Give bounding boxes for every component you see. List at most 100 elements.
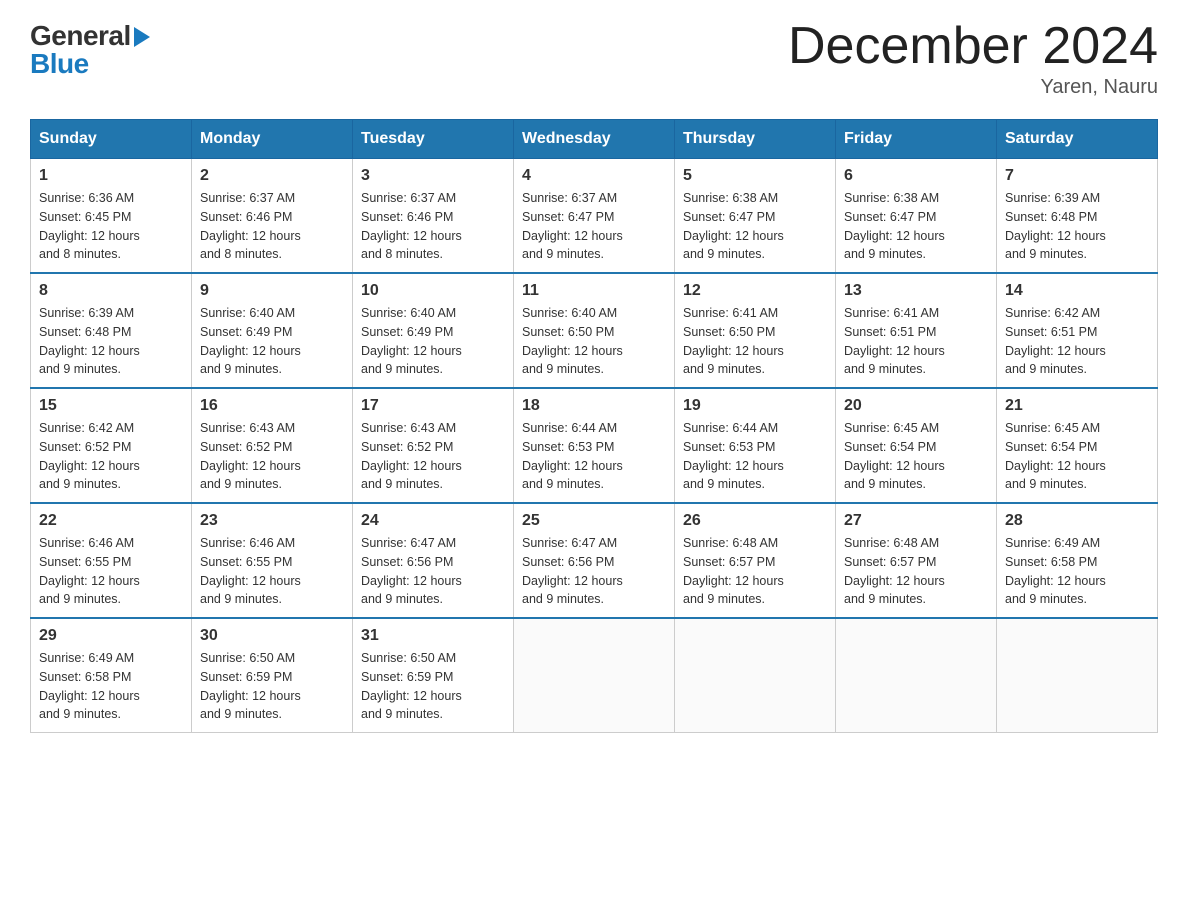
- calendar-cell: 22Sunrise: 6:46 AMSunset: 6:55 PMDayligh…: [31, 503, 192, 618]
- day-info: Sunrise: 6:41 AMSunset: 6:50 PMDaylight:…: [683, 304, 827, 379]
- day-number: 18: [522, 397, 666, 415]
- calendar-cell: 18 Sunrise: 6:44 AMSunset: 6:53 PMDayligh…: [514, 388, 675, 503]
- day-info: Sunrise: 6:43 AMSunset: 6:52 PMDaylight:…: [361, 419, 505, 494]
- day-info: Sunrise: 6:37 AMSunset: 6:46 PMDaylight:…: [200, 189, 344, 264]
- calendar-cell: 4Sunrise: 6:37 AMSunset: 6:47 PMDaylight…: [514, 159, 675, 274]
- day-number: 14: [1005, 282, 1149, 300]
- col-friday: Friday: [836, 120, 997, 159]
- calendar-cell: 6 Sunrise: 6:38 AMSunset: 6:47 PMDaylight…: [836, 159, 997, 274]
- calendar-cell: 21 Sunrise: 6:45 AMSunset: 6:54 PMDayligh…: [997, 388, 1158, 503]
- calendar-cell: [514, 618, 675, 733]
- day-info: Sunrise: 6:38 AMSunset: 6:47 PMDaylight:…: [683, 189, 827, 264]
- calendar-cell: 28 Sunrise: 6:49 AMSunset: 6:58 PMDayligh…: [997, 503, 1158, 618]
- calendar-cell: 20Sunrise: 6:45 AMSunset: 6:54 PMDayligh…: [836, 388, 997, 503]
- calendar-cell: 9Sunrise: 6:40 AMSunset: 6:49 PMDaylight…: [192, 273, 353, 388]
- calendar-cell: 26 Sunrise: 6:48 AMSunset: 6:57 PMDayligh…: [675, 503, 836, 618]
- day-info: Sunrise: 6:44 AMSunset: 6:53 PMDaylight:…: [683, 419, 827, 494]
- day-info: Sunrise: 6:38 AMSunset: 6:47 PMDaylight:…: [844, 189, 988, 264]
- calendar-cell: 5 Sunrise: 6:38 AMSunset: 6:47 PMDaylight…: [675, 159, 836, 274]
- day-number: 12: [683, 282, 827, 300]
- day-number: 1: [39, 167, 183, 185]
- day-info: Sunrise: 6:39 AMSunset: 6:48 PMDaylight:…: [1005, 189, 1149, 264]
- calendar-week-row: 22 Sunrise: 6:46 AMSunset: 6:55 PMDayligh…: [31, 503, 1158, 618]
- calendar-cell: 24Sunrise: 6:47 AMSunset: 6:56 PMDayligh…: [353, 503, 514, 618]
- calendar-cell: 31 Sunrise: 6:50 AMSunset: 6:59 PMDayligh…: [353, 618, 514, 733]
- calendar-cell: 27Sunrise: 6:48 AMSunset: 6:57 PMDayligh…: [836, 503, 997, 618]
- day-number: 22: [39, 512, 183, 530]
- day-number: 2: [200, 167, 344, 185]
- day-info: Sunrise: 6:40 AMSunset: 6:49 PMDaylight:…: [200, 304, 344, 379]
- day-number: 30: [200, 627, 344, 645]
- calendar-cell: 7 Sunrise: 6:39 AMSunset: 6:48 PMDaylight…: [997, 159, 1158, 274]
- day-info: Sunrise: 6:37 AMSunset: 6:47 PMDaylight:…: [522, 189, 666, 264]
- calendar-cell: 14 Sunrise: 6:42 AMSunset: 6:51 PMDayligh…: [997, 273, 1158, 388]
- calendar-cell: 19Sunrise: 6:44 AMSunset: 6:53 PMDayligh…: [675, 388, 836, 503]
- day-number: 24: [361, 512, 505, 530]
- day-info: Sunrise: 6:50 AMSunset: 6:59 PMDaylight:…: [200, 649, 344, 724]
- day-number: 31: [361, 627, 505, 645]
- calendar-cell: 3 Sunrise: 6:37 AMSunset: 6:46 PMDaylight…: [353, 159, 514, 274]
- day-info: Sunrise: 6:50 AMSunset: 6:59 PMDaylight:…: [361, 649, 505, 724]
- day-number: 21: [1005, 397, 1149, 415]
- logo-arrow-icon: [134, 27, 150, 47]
- day-info: Sunrise: 6:46 AMSunset: 6:55 PMDaylight:…: [200, 534, 344, 609]
- page-header: General Blue December 2024 Yaren, Nauru: [30, 20, 1158, 99]
- calendar-week-row: 15 Sunrise: 6:42 AMSunset: 6:52 PMDayligh…: [31, 388, 1158, 503]
- calendar-week-row: 8 Sunrise: 6:39 AMSunset: 6:48 PMDaylight…: [31, 273, 1158, 388]
- col-sunday: Sunday: [31, 120, 192, 159]
- calendar-cell: 25Sunrise: 6:47 AMSunset: 6:56 PMDayligh…: [514, 503, 675, 618]
- day-info: Sunrise: 6:40 AMSunset: 6:50 PMDaylight:…: [522, 304, 666, 379]
- day-number: 20: [844, 397, 988, 415]
- calendar-cell: 8 Sunrise: 6:39 AMSunset: 6:48 PMDaylight…: [31, 273, 192, 388]
- day-number: 6: [844, 167, 988, 185]
- col-wednesday: Wednesday: [514, 120, 675, 159]
- calendar-subtitle: Yaren, Nauru: [788, 76, 1158, 99]
- day-number: 5: [683, 167, 827, 185]
- day-info: Sunrise: 6:37 AMSunset: 6:46 PMDaylight:…: [361, 189, 505, 264]
- calendar-cell: 13Sunrise: 6:41 AMSunset: 6:51 PMDayligh…: [836, 273, 997, 388]
- calendar-cell: 23Sunrise: 6:46 AMSunset: 6:55 PMDayligh…: [192, 503, 353, 618]
- calendar-week-row: 29Sunrise: 6:49 AMSunset: 6:58 PMDayligh…: [31, 618, 1158, 733]
- day-info: Sunrise: 6:48 AMSunset: 6:57 PMDaylight:…: [683, 534, 827, 609]
- day-info: Sunrise: 6:42 AMSunset: 6:52 PMDaylight:…: [39, 419, 183, 494]
- day-number: 17: [361, 397, 505, 415]
- day-info: Sunrise: 6:42 AMSunset: 6:51 PMDaylight:…: [1005, 304, 1149, 379]
- calendar-cell: 15 Sunrise: 6:42 AMSunset: 6:52 PMDayligh…: [31, 388, 192, 503]
- calendar-cell: [836, 618, 997, 733]
- day-number: 15: [39, 397, 183, 415]
- day-info: Sunrise: 6:45 AMSunset: 6:54 PMDaylight:…: [1005, 419, 1149, 494]
- day-info: Sunrise: 6:44 AMSunset: 6:53 PMDaylight:…: [522, 419, 666, 494]
- col-thursday: Thursday: [675, 120, 836, 159]
- calendar-title: December 2024: [788, 20, 1158, 72]
- calendar-title-block: December 2024 Yaren, Nauru: [788, 20, 1158, 99]
- day-info: Sunrise: 6:39 AMSunset: 6:48 PMDaylight:…: [39, 304, 183, 379]
- calendar-cell: 2 Sunrise: 6:37 AMSunset: 6:46 PMDaylight…: [192, 159, 353, 274]
- day-number: 29: [39, 627, 183, 645]
- day-number: 25: [522, 512, 666, 530]
- calendar-table: Sunday Monday Tuesday Wednesday Thursday…: [30, 119, 1158, 733]
- day-number: 26: [683, 512, 827, 530]
- day-info: Sunrise: 6:40 AMSunset: 6:49 PMDaylight:…: [361, 304, 505, 379]
- day-info: Sunrise: 6:49 AMSunset: 6:58 PMDaylight:…: [1005, 534, 1149, 609]
- day-number: 11: [522, 282, 666, 300]
- logo: General Blue: [30, 20, 150, 80]
- calendar-week-row: 1Sunrise: 6:36 AMSunset: 6:45 PMDaylight…: [31, 159, 1158, 274]
- day-number: 3: [361, 167, 505, 185]
- col-saturday: Saturday: [997, 120, 1158, 159]
- day-number: 7: [1005, 167, 1149, 185]
- logo-blue-text: Blue: [30, 48, 89, 80]
- calendar-cell: 1Sunrise: 6:36 AMSunset: 6:45 PMDaylight…: [31, 159, 192, 274]
- calendar-cell: 17 Sunrise: 6:43 AMSunset: 6:52 PMDayligh…: [353, 388, 514, 503]
- day-number: 13: [844, 282, 988, 300]
- day-number: 28: [1005, 512, 1149, 530]
- col-monday: Monday: [192, 120, 353, 159]
- day-info: Sunrise: 6:43 AMSunset: 6:52 PMDaylight:…: [200, 419, 344, 494]
- calendar-cell: 29Sunrise: 6:49 AMSunset: 6:58 PMDayligh…: [31, 618, 192, 733]
- day-number: 16: [200, 397, 344, 415]
- calendar-cell: 10Sunrise: 6:40 AMSunset: 6:49 PMDayligh…: [353, 273, 514, 388]
- calendar-header-row: Sunday Monday Tuesday Wednesday Thursday…: [31, 120, 1158, 159]
- calendar-cell: [675, 618, 836, 733]
- calendar-cell: [997, 618, 1158, 733]
- day-number: 8: [39, 282, 183, 300]
- calendar-cell: 12 Sunrise: 6:41 AMSunset: 6:50 PMDayligh…: [675, 273, 836, 388]
